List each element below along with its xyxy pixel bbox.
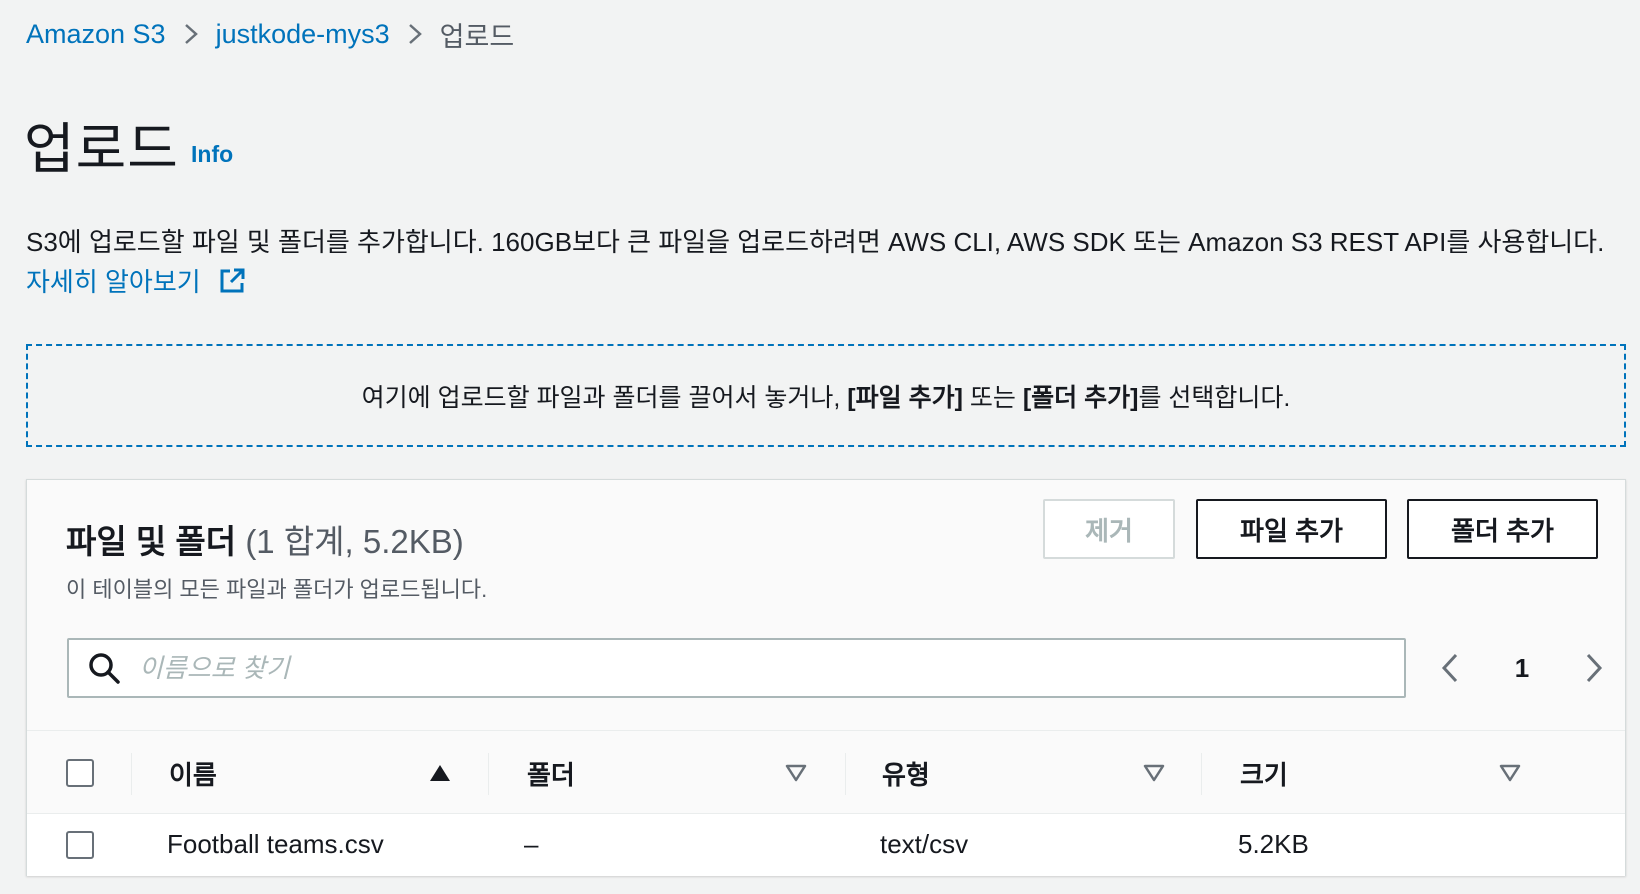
sort-ascending-icon[interactable] xyxy=(429,763,451,783)
search-box[interactable] xyxy=(67,638,1406,698)
learn-more-link[interactable]: 자세히 알아보기 xyxy=(26,267,246,297)
panel-subtitle: 이 테이블의 모든 파일과 폴더가 업로드됩니다. xyxy=(66,577,488,602)
cell-size: 5.2KB xyxy=(1238,829,1309,859)
panel-title: 파일 및 폴더 (1 합계, 5.2KB) xyxy=(66,523,464,560)
chevron-right-icon xyxy=(390,14,440,54)
cell-name: Football teams.csv xyxy=(167,829,384,859)
sort-icon[interactable] xyxy=(1499,763,1521,783)
external-link-icon xyxy=(218,266,246,306)
column-divider xyxy=(488,753,489,795)
dropzone-text: 여기에 업로드할 파일과 폴더를 끌어서 놓거나, [파일 추가] 또는 [폴더… xyxy=(361,383,1291,412)
column-divider xyxy=(1201,753,1202,795)
table-header: 이름 폴더 유형 크기 xyxy=(27,730,1625,814)
search-input[interactable] xyxy=(139,652,1339,684)
previous-page-icon[interactable] xyxy=(1437,651,1463,685)
cell-type: text/csv xyxy=(880,829,969,859)
files-folders-panel: 파일 및 폴더 (1 합계, 5.2KB) 이 테이블의 모든 파일과 폴더가 … xyxy=(26,479,1626,876)
page-title: 업로드 xyxy=(24,118,179,180)
column-header-folder[interactable]: 폴더 xyxy=(527,755,575,792)
breadcrumb: Amazon S3 justkode-mys3 업로드 xyxy=(26,14,514,54)
row-checkbox[interactable] xyxy=(66,831,94,859)
cell-folder: – xyxy=(524,829,539,859)
sort-icon[interactable] xyxy=(785,763,807,783)
column-header-name[interactable]: 이름 xyxy=(169,755,217,792)
table-row[interactable]: Football teams.csv – text/csv 5.2KB xyxy=(27,814,1625,876)
remove-button[interactable]: 제거 xyxy=(1043,499,1175,559)
add-files-button[interactable]: 파일 추가 xyxy=(1196,499,1387,559)
chevron-right-icon xyxy=(166,14,216,54)
search-icon xyxy=(89,653,120,684)
next-page-icon[interactable] xyxy=(1581,651,1607,685)
add-folder-button[interactable]: 폴더 추가 xyxy=(1407,499,1598,559)
upload-dropzone[interactable]: 여기에 업로드할 파일과 폴더를 끌어서 놓거나, [파일 추가] 또는 [폴더… xyxy=(26,344,1626,447)
sort-icon[interactable] xyxy=(1143,763,1165,783)
panel-count: (1 합계, 5.2KB) xyxy=(245,523,464,560)
pagination: 1 xyxy=(1437,640,1607,696)
breadcrumb-bucket[interactable]: justkode-mys3 xyxy=(216,19,390,50)
dropzone-add-folder: [폴더 추가] xyxy=(1022,383,1139,412)
column-header-size[interactable]: 크기 xyxy=(1240,755,1288,792)
learn-more-label: 자세히 알아보기 xyxy=(26,267,201,297)
current-page[interactable]: 1 xyxy=(1515,653,1529,684)
description-text: S3에 업로드할 파일 및 폴더를 추가합니다. 160GB보다 큰 파일을 업… xyxy=(26,227,1605,257)
column-divider xyxy=(131,753,132,795)
breadcrumb-amazon-s3[interactable]: Amazon S3 xyxy=(26,19,166,50)
info-link[interactable]: Info xyxy=(191,141,233,168)
dropzone-add-files: [파일 추가] xyxy=(847,383,963,412)
breadcrumb-current: 업로드 xyxy=(439,21,515,52)
column-divider xyxy=(845,753,846,795)
select-all-checkbox[interactable] xyxy=(66,759,94,787)
page-description: S3에 업로드할 파일 및 폴더를 추가합니다. 160GB보다 큰 파일을 업… xyxy=(26,222,1616,306)
column-header-type[interactable]: 유형 xyxy=(882,755,930,792)
